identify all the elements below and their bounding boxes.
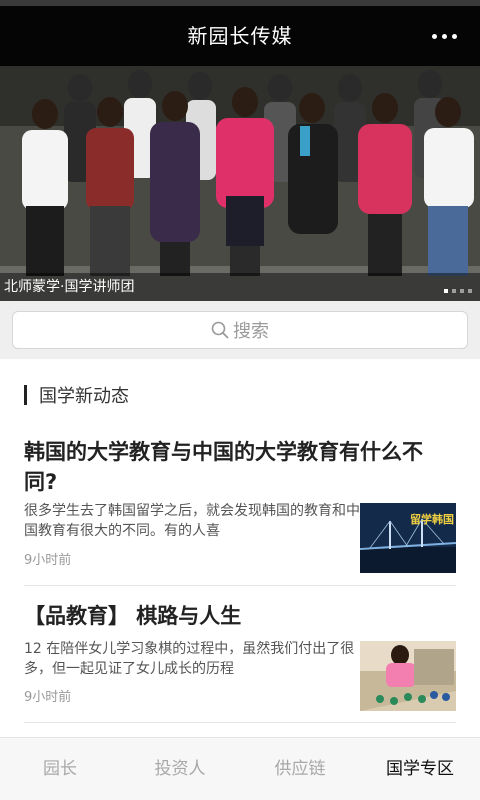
carousel-dot[interactable] <box>468 289 472 293</box>
search-input[interactable]: 搜索 <box>12 311 468 349</box>
article-title: 韩国的大学教育与中国的大学教育有什么不同? <box>24 440 423 494</box>
article-item[interactable]: 韩国的大学教育与中国的大学教育有什么不同? 很多学生去了韩国留学之后，就会发现韩… <box>24 437 456 582</box>
section-header: 国学新动态 <box>24 384 129 407</box>
carousel-indicator <box>444 289 472 293</box>
article-time: 9小时前 <box>24 553 72 568</box>
banner-photo <box>0 66 480 301</box>
article-time: 9小时前 <box>24 690 72 705</box>
carousel-dot[interactable] <box>444 289 448 293</box>
section-marker <box>24 385 27 405</box>
tab-yuanzhang[interactable]: 园长 <box>0 738 120 800</box>
bridge-night-image: 留学韩国 <box>360 503 456 573</box>
banner-caption: 北师蒙学·国学讲师团 <box>0 273 480 301</box>
more-dots-icon[interactable] <box>432 28 458 44</box>
tab-supply-chain[interactable]: 供应链 <box>240 738 360 800</box>
tab-investor[interactable]: 投资人 <box>120 738 240 800</box>
search-placeholder: 搜索 <box>233 321 269 342</box>
article-thumbnail: 留学韩国 <box>360 503 456 573</box>
thumb-text: 留学韩国 <box>410 512 454 526</box>
article-thumbnail <box>360 641 456 711</box>
tab-guoxue[interactable]: 国学专区 <box>360 738 480 800</box>
news-feed: 国学新动态 韩国的大学教育与中国的大学教育有什么不同? 很多学生去了韩国留学之后… <box>0 359 480 737</box>
top-navigation-bar: 新园长传媒 <box>0 6 480 66</box>
child-chess-image <box>360 641 456 711</box>
article-summary: 12 在陪伴女儿学习象棋的过程中，虽然我们付出了很多，但一起见证了女儿成长的历程 <box>24 641 355 677</box>
banner-carousel[interactable]: 北师蒙学·国学讲师团 <box>0 66 480 301</box>
bottom-tab-bar: 园长 投资人 供应链 国学专区 <box>0 737 480 800</box>
search-area: 搜索 <box>0 301 480 359</box>
carousel-dot[interactable] <box>460 289 464 293</box>
article-title: 【品教育】 棋路与人生 <box>24 604 242 628</box>
search-icon <box>211 321 229 339</box>
article-item[interactable]: 【品教育】 棋路与人生 12 在陪伴女儿学习象棋的过程中，虽然我们付出了很多，但… <box>24 601 456 721</box>
section-title: 国学新动态 <box>39 386 129 407</box>
divider <box>24 585 456 586</box>
page-title: 新园长传媒 <box>187 24 293 48</box>
divider <box>24 722 456 723</box>
article-summary: 很多学生去了韩国留学之后，就会发现韩国的教育和中国教育有很大的不同。有的人喜 <box>24 503 360 539</box>
carousel-dot[interactable] <box>452 289 456 293</box>
